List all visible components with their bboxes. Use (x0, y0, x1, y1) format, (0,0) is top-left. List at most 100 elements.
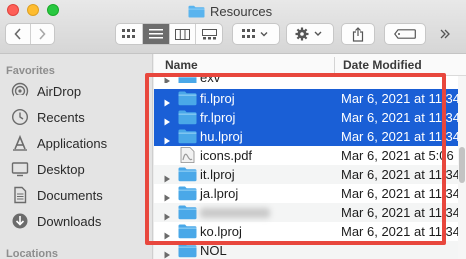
disclosure-triangle-icon[interactable] (163, 247, 171, 258)
file-row[interactable]: icons.pdf Mar 6, 2021 at 5:06 (154, 146, 458, 165)
sidebar-item-airdrop[interactable]: AirDrop (10, 80, 81, 102)
airdrop-icon (10, 81, 30, 101)
file-row[interactable]: hu.lproj Mar 6, 2021 at 11:34 (154, 127, 458, 146)
sidebar-item-label: Recents (37, 109, 85, 125)
file-row[interactable]: ko.lproj Mar 6, 2021 at 11:34 (154, 222, 458, 241)
file-list: Name Date Modified exv fi.lproj Mar 6, 202… (154, 54, 466, 259)
action-menu-button[interactable] (286, 23, 334, 45)
file-row[interactable]: it.lproj Mar 6, 2021 at 11:34 (154, 165, 458, 184)
file-name: NOL (200, 243, 227, 258)
file-name: hu.lproj (200, 129, 243, 144)
close-window-button[interactable] (7, 4, 19, 16)
share-icon (352, 26, 364, 42)
pdf-file-icon (178, 147, 197, 163)
file-name (200, 207, 270, 218)
downloads-icon (10, 211, 30, 231)
file-name: icons.pdf (200, 148, 253, 163)
gallery-view-button[interactable] (195, 24, 222, 44)
gallery-view-icon (201, 28, 217, 39)
zoom-window-button[interactable] (47, 4, 59, 16)
group-icon (242, 29, 268, 38)
file-date-modified: Mar 6, 2021 at 11:34 (341, 167, 458, 182)
window-title: Resources (188, 2, 272, 20)
disclosure-triangle-icon[interactable] (163, 228, 171, 239)
group-by-button[interactable] (232, 23, 280, 45)
sidebar-item-label: AirDrop (37, 83, 82, 99)
view-mode-buttons (115, 23, 223, 45)
sidebar-item-documents[interactable]: Documents (10, 184, 103, 206)
chevron-left-icon (14, 28, 21, 40)
toolbar-overflow-button[interactable] (430, 23, 460, 45)
tag-icon (394, 29, 416, 39)
sidebar-section-locations: Locations (6, 248, 58, 259)
finder-window: Resources Favorites AirDrop Recents Appl… (0, 0, 466, 259)
file-date-modified: Mar 6, 2021 at 11:34 (341, 129, 458, 144)
window-title-text: Resources (210, 3, 273, 19)
file-name: it.lproj (200, 167, 235, 182)
folder-icon (188, 5, 205, 17)
chevron-right-icon (39, 28, 47, 40)
list-view-icon (149, 29, 164, 39)
file-name: fr.lproj (200, 110, 236, 125)
folder-icon (178, 223, 197, 239)
sidebar-section-favorites: Favorites (6, 65, 55, 77)
file-row[interactable]: ja.lproj Mar 6, 2021 at 11:34 (154, 184, 458, 203)
share-button[interactable] (341, 23, 375, 45)
desktop-icon (10, 159, 30, 179)
file-date-modified: Mar 6, 2021 at 11:34 (341, 91, 458, 106)
folder-icon (178, 72, 197, 83)
file-name: ja.lproj (200, 186, 239, 201)
sidebar-item-downloads[interactable]: Downloads (10, 210, 101, 232)
folder-icon (178, 166, 197, 182)
tags-button[interactable] (384, 23, 426, 45)
folder-icon (178, 128, 197, 144)
sidebar-item-applications[interactable]: Applications (10, 132, 107, 154)
file-row[interactable]: exv (154, 71, 458, 83)
column-view-button[interactable] (168, 24, 196, 44)
back-button[interactable] (6, 24, 30, 44)
file-row[interactable]: fi.lproj Mar 6, 2021 at 11:34 (154, 89, 458, 108)
file-date-modified: Mar 6, 2021 at 11:34 (341, 205, 458, 220)
chevron-double-right-icon (440, 29, 450, 39)
file-row[interactable]: NOL (154, 241, 458, 259)
sidebar: Favorites AirDrop Recents Applications D… (0, 54, 153, 259)
file-date-modified: Mar 6, 2021 at 11:34 (341, 224, 458, 239)
icon-view-button[interactable] (116, 24, 142, 44)
disclosure-triangle-icon[interactable] (163, 73, 171, 83)
recents-icon (10, 107, 30, 127)
navigation-buttons (5, 23, 55, 45)
sidebar-item-recents[interactable]: Recents (10, 106, 85, 128)
disclosure-triangle-icon[interactable] (163, 209, 171, 220)
minimize-window-button[interactable] (27, 4, 39, 16)
file-name: ko.lproj (200, 224, 242, 239)
forward-button[interactable] (29, 24, 54, 44)
file-row[interactable]: fr.lproj Mar 6, 2021 at 11:34 (154, 108, 458, 127)
scrollbar-thumb[interactable] (459, 147, 465, 183)
file-name: fi.lproj (200, 91, 235, 106)
folder-icon (178, 90, 197, 106)
sidebar-item-label: Downloads (37, 213, 102, 229)
gear-icon (295, 27, 322, 41)
folder-icon (178, 204, 197, 220)
folder-icon (178, 109, 197, 125)
sidebar-item-desktop[interactable]: Desktop (10, 158, 85, 180)
column-view-icon (175, 28, 191, 40)
folder-icon (178, 242, 197, 258)
sidebar-item-label: Applications (37, 135, 108, 151)
disclosure-triangle-icon[interactable] (163, 171, 171, 182)
disclosure-triangle-icon[interactable] (163, 133, 171, 144)
folder-icon (178, 185, 197, 201)
disclosure-triangle-icon[interactable] (163, 95, 171, 106)
list-view-button[interactable] (142, 24, 169, 44)
file-row[interactable]: Mar 6, 2021 at 11:34 (154, 203, 458, 222)
file-date-modified: Mar 6, 2021 at 11:34 (341, 110, 458, 125)
column-header-date-modified[interactable]: Date Modified (343, 58, 422, 72)
icon-view-icon (122, 29, 136, 38)
disclosure-triangle-icon[interactable] (163, 114, 171, 125)
file-date-modified: Mar 6, 2021 at 5:06 (341, 148, 454, 163)
applications-icon (10, 133, 30, 153)
sidebar-item-label: Documents (37, 187, 103, 203)
column-header-name[interactable]: Name (165, 58, 198, 72)
disclosure-triangle-icon[interactable] (163, 190, 171, 201)
file-name: exv (200, 71, 221, 83)
